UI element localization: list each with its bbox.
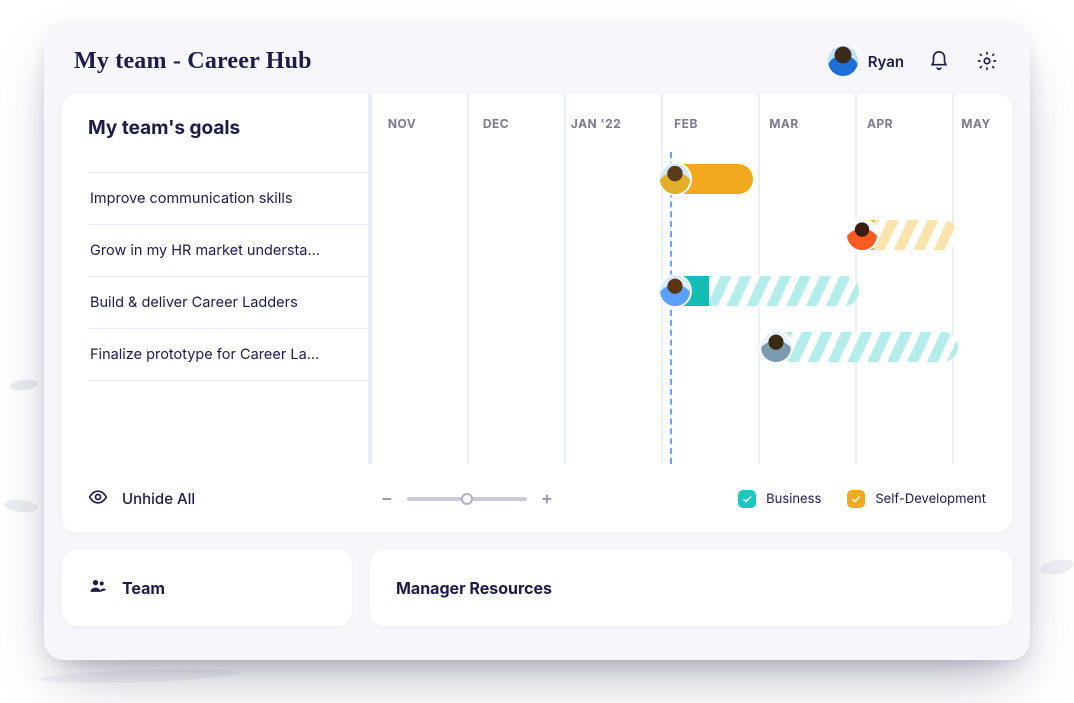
bottom-row: Team Manager Resources	[62, 550, 1012, 626]
month-label: DEC	[483, 116, 509, 131]
timeline-row	[370, 320, 1012, 376]
timeline-row	[370, 208, 1012, 264]
topbar: My team - Career Hub Ryan	[44, 22, 1030, 94]
goal-item[interactable]: Build & deliver Career Ladders	[88, 276, 368, 329]
timeline-row	[370, 152, 1012, 208]
app-shell: My team - Career Hub Ryan My team's goal…	[44, 22, 1030, 660]
zoom-control: − +	[381, 488, 553, 509]
month-label: FEB	[674, 116, 698, 131]
month-label: APR	[867, 116, 893, 131]
month-label: MAR	[769, 116, 799, 131]
goal-list: Improve communication skills Grow in my …	[88, 172, 368, 381]
manager-resources-title: Manager Resources	[396, 578, 552, 598]
timeline-rows	[370, 152, 1012, 464]
goal-item[interactable]: Improve communication skills	[88, 172, 368, 225]
unhide-all-button[interactable]: Unhide All	[88, 487, 195, 511]
assignee-avatar	[761, 332, 791, 362]
legend-label: Self-Development	[875, 491, 986, 507]
month-label: JAN '22	[571, 116, 621, 131]
goal-item[interactable]: Grow in my HR market understa...	[88, 224, 368, 277]
gantt-bar[interactable]	[762, 332, 958, 362]
team-card[interactable]: Team	[62, 550, 352, 626]
manager-resources-card[interactable]: Manager Resources	[370, 550, 1012, 626]
gantt-bar[interactable]	[661, 164, 753, 194]
timeline[interactable]: NOV DEC JAN '22 FEB MAR APR MAY	[368, 94, 1012, 464]
legend-self-development[interactable]: Self-Development	[847, 490, 986, 508]
user-name: Ryan	[868, 52, 904, 71]
topbar-right: Ryan	[828, 46, 1000, 76]
assignee-avatar	[847, 220, 877, 250]
eye-icon	[88, 487, 108, 511]
zoom-out-button[interactable]: −	[381, 488, 393, 509]
page-title: My team - Career Hub	[74, 48, 312, 75]
month-label: MAY	[961, 116, 990, 131]
zoom-in-button[interactable]: +	[541, 488, 553, 509]
gantt-bar[interactable]	[661, 276, 859, 306]
goals-panel-title: My team's goals	[88, 116, 368, 139]
timeline-controls: Unhide All − + Business Self-Development	[62, 464, 1012, 532]
unhide-label: Unhide All	[122, 489, 195, 508]
current-user[interactable]: Ryan	[828, 46, 904, 76]
gear-icon[interactable]	[974, 48, 1000, 74]
goal-item[interactable]: Finalize prototype for Career La...	[88, 328, 368, 381]
legend-label: Business	[766, 491, 821, 507]
avatar	[828, 46, 858, 76]
zoom-slider-knob[interactable]	[461, 493, 473, 505]
legend-business[interactable]: Business	[738, 490, 821, 508]
timeline-row	[370, 264, 1012, 320]
users-icon	[88, 576, 108, 600]
checkbox-checked-icon	[738, 490, 756, 508]
goals-side-panel: My team's goals Improve communication sk…	[62, 94, 368, 464]
team-card-title: Team	[122, 578, 165, 598]
goals-card: My team's goals Improve communication sk…	[62, 94, 1012, 532]
bell-icon[interactable]	[926, 48, 952, 74]
gantt-bar[interactable]	[848, 220, 958, 250]
assignee-avatar	[660, 276, 690, 306]
checkbox-checked-icon	[847, 490, 865, 508]
zoom-slider[interactable]	[407, 497, 527, 501]
legend: Business Self-Development	[738, 490, 986, 508]
assignee-avatar	[660, 164, 690, 194]
month-label: NOV	[388, 116, 416, 131]
